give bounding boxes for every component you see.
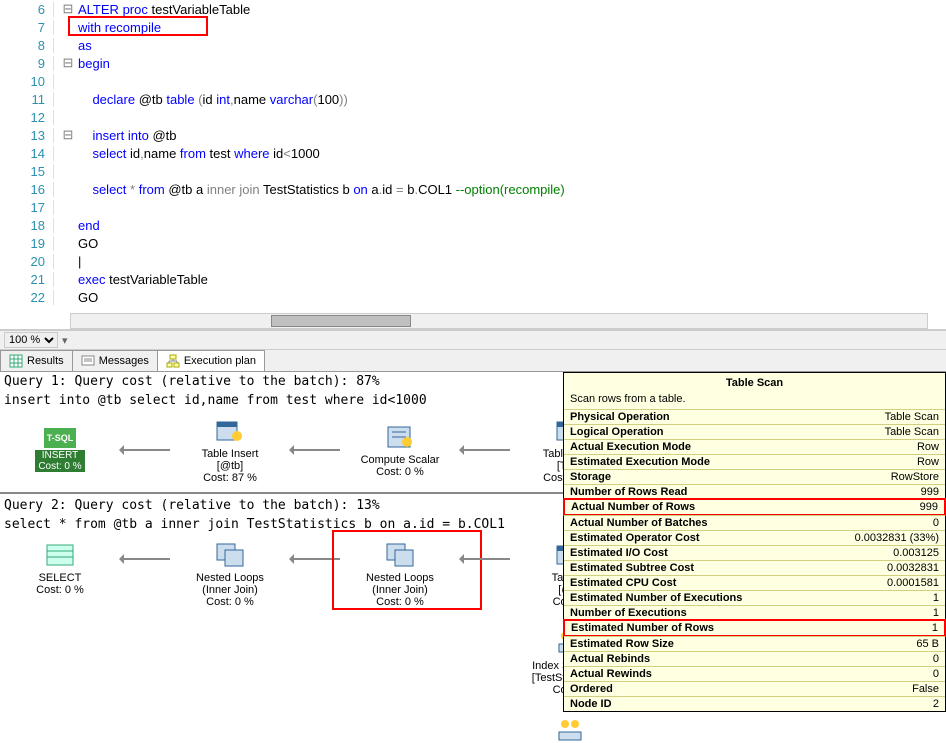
line-number: 16 — [0, 182, 54, 197]
grid-icon — [9, 354, 23, 368]
line-number: 6 — [0, 2, 54, 17]
fold-toggle[interactable]: ⊟ — [60, 55, 76, 71]
line-number: 9 — [0, 56, 54, 71]
line-number: 7 — [0, 20, 54, 35]
code-line[interactable]: 8as — [0, 36, 946, 54]
line-number: 15 — [0, 164, 54, 179]
messages-icon — [81, 354, 95, 368]
code-line[interactable]: 13⊟ insert into @tb — [0, 126, 946, 144]
plan-arrow — [120, 558, 170, 560]
table-insert-icon — [212, 416, 248, 446]
code-line[interactable]: 11 declare @tb table (id int,name varcha… — [0, 90, 946, 108]
code-line[interactable]: 14 select id,name from test where id<100… — [0, 144, 946, 162]
code-line[interactable]: 16 select * from @tb a inner join TestSt… — [0, 180, 946, 198]
fold-toggle[interactable]: ⊟ — [60, 1, 76, 17]
tooltip-property: Number of Rows Read999 — [564, 484, 945, 499]
node-nested-loops-2[interactable]: Nested Loops (Inner Join) Cost: 0 % — [350, 540, 450, 608]
plan-arrow — [460, 558, 510, 560]
zoom-dropdown-icon: ▾ — [62, 334, 68, 347]
line-number: 11 — [0, 92, 54, 107]
tab-messages[interactable]: Messages — [72, 350, 158, 371]
line-number: 8 — [0, 38, 54, 53]
tsql-icon: T-SQL — [44, 428, 76, 448]
tooltip-property: StorageRowStore — [564, 469, 945, 484]
line-number: 17 — [0, 200, 54, 215]
tooltip-sub: Scan rows from a table. — [564, 393, 945, 409]
code-line[interactable]: 10 — [0, 72, 946, 90]
code-line[interactable]: 15 — [0, 162, 946, 180]
execution-plan-pane[interactable]: Query 1: Query cost (relative to the bat… — [0, 372, 946, 742]
line-number: 21 — [0, 272, 54, 287]
tooltip-property: Logical OperationTable Scan — [564, 424, 945, 439]
operator-tooltip: Table Scan Scan rows from a table. Physi… — [563, 372, 946, 712]
code-line[interactable]: 6⊟ALTER proc testVariableTable — [0, 0, 946, 18]
tooltip-property: Estimated Number of Rows1 — [563, 619, 946, 637]
fold-toggle[interactable]: ⊟ — [60, 127, 76, 143]
code-line[interactable]: 12 — [0, 108, 946, 126]
code-line[interactable]: 17 — [0, 198, 946, 216]
tooltip-property: Actual Rewinds0 — [564, 666, 945, 681]
tooltip-property: Number of Executions1 — [564, 605, 945, 620]
tooltip-property: Estimated Subtree Cost0.0032831 — [564, 560, 945, 575]
tooltip-property: Actual Rebinds0 — [564, 651, 945, 666]
line-number: 10 — [0, 74, 54, 89]
result-tabs: Results Messages Execution plan — [0, 350, 946, 372]
tab-execution-plan[interactable]: Execution plan — [157, 350, 265, 371]
tooltip-property: Node ID2 — [564, 696, 945, 711]
plan-icon — [166, 354, 180, 368]
tab-label: Execution plan — [184, 355, 256, 367]
rid-lookup-icon — [552, 716, 588, 742]
node-insert[interactable]: T-SQL INSERT Cost: 0 % — [10, 428, 110, 472]
tooltip-property: Estimated CPU Cost0.0001581 — [564, 575, 945, 590]
plan-arrow — [120, 449, 170, 451]
tooltip-property: Actual Execution ModeRow — [564, 439, 945, 454]
tooltip-property: Actual Number of Rows999 — [563, 498, 946, 516]
plan-arrow — [290, 558, 340, 560]
tab-label: Messages — [99, 355, 149, 367]
tooltip-property: Estimated Row Size65 B — [564, 636, 945, 651]
node-compute-scalar[interactable]: Compute Scalar Cost: 0 % — [350, 422, 450, 478]
horizontal-scrollbar[interactable] — [70, 313, 928, 329]
line-number: 20 — [0, 254, 54, 269]
line-number: 18 — [0, 218, 54, 233]
zoom-select[interactable]: 100 % — [4, 332, 58, 348]
compute-scalar-icon — [382, 422, 418, 452]
code-line[interactable]: 21exec testVariableTable — [0, 270, 946, 288]
code-line[interactable]: 22GO — [0, 288, 946, 306]
select-icon — [42, 540, 78, 570]
node-rid-lookup[interactable]: RID Lookup (Heap) — [520, 716, 620, 742]
node-select[interactable]: SELECT Cost: 0 % — [10, 540, 110, 596]
tooltip-property: OrderedFalse — [564, 681, 945, 696]
code-line[interactable]: 7with recompile — [0, 18, 946, 36]
tooltip-property: Estimated I/O Cost0.003125 — [564, 545, 945, 560]
tab-label: Results — [27, 355, 64, 367]
node-table-insert[interactable]: Table Insert [@tb] Cost: 87 % — [180, 416, 280, 484]
tooltip-property: Estimated Execution ModeRow — [564, 454, 945, 469]
code-line[interactable]: 19GO — [0, 234, 946, 252]
line-number: 22 — [0, 290, 54, 305]
code-line[interactable]: 18end — [0, 216, 946, 234]
nested-loops-icon — [382, 540, 418, 570]
line-number: 12 — [0, 110, 54, 125]
tooltip-property: Physical OperationTable Scan — [564, 409, 945, 424]
code-line[interactable]: 9⊟begin — [0, 54, 946, 72]
node-nested-loops-1[interactable]: Nested Loops (Inner Join) Cost: 0 % — [180, 540, 280, 608]
tooltip-property: Estimated Operator Cost0.0032831 (33%) — [564, 530, 945, 545]
zoom-bar: 100 % ▾ — [0, 330, 946, 350]
line-number: 13 — [0, 128, 54, 143]
tooltip-property: Estimated Number of Executions1 — [564, 590, 945, 605]
code-line[interactable]: 20| — [0, 252, 946, 270]
nested-loops-icon — [212, 540, 248, 570]
tab-results[interactable]: Results — [0, 350, 73, 371]
plan-arrow — [290, 449, 340, 451]
tooltip-title: Table Scan — [564, 373, 945, 393]
tooltip-property: Actual Number of Batches0 — [564, 515, 945, 530]
line-number: 19 — [0, 236, 54, 251]
line-number: 14 — [0, 146, 54, 161]
code-editor[interactable]: 6⊟ALTER proc testVariableTable7with reco… — [0, 0, 946, 330]
plan-arrow — [460, 449, 510, 451]
